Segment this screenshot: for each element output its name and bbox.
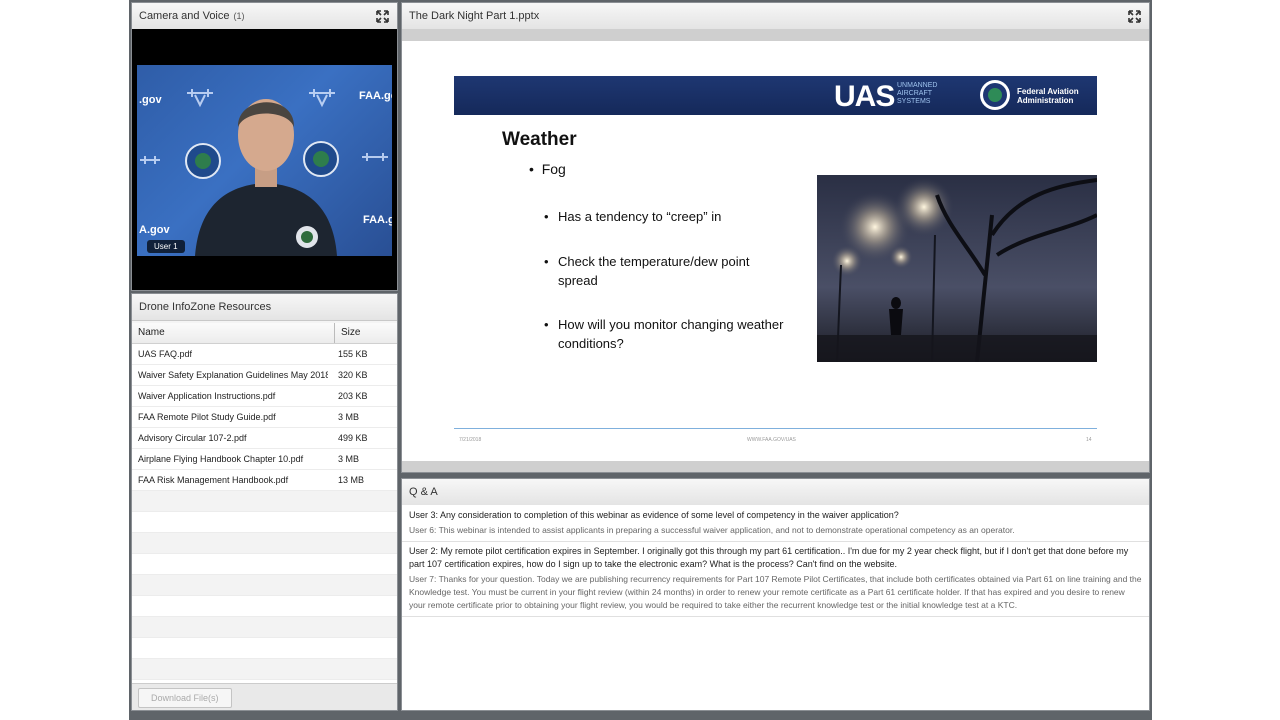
files-footer: Download File(s) bbox=[132, 683, 397, 710]
slide-heading: Weather bbox=[502, 129, 577, 150]
fog-photo bbox=[817, 175, 1097, 362]
svg-text:.gov: .gov bbox=[139, 94, 162, 106]
slide-subbullet: • Check the temperature/dew point spread bbox=[544, 254, 750, 288]
file-row[interactable]: UAS FAQ.pdf 155 KB bbox=[132, 344, 397, 365]
presenter-video-image: .gov FAA.go A.gov FAA.go bbox=[139, 89, 392, 256]
slide-area: UAS UNMANNED AIRCRAFT SYSTEMS Federal Av… bbox=[402, 29, 1149, 472]
file-row[interactable]: Advisory Circular 107-2.pdf 499 KB bbox=[132, 428, 397, 449]
download-files-button[interactable]: Download File(s) bbox=[138, 688, 232, 708]
camera-panel-header: Camera and Voice (1) bbox=[132, 3, 397, 30]
subbullet-text: Has a tendency to “creep” in bbox=[558, 209, 722, 224]
file-size: 203 KB bbox=[338, 391, 368, 401]
uas-logo-subtext: UNMANNED AIRCRAFT SYSTEMS bbox=[897, 82, 938, 105]
file-name: Waiver Safety Explanation Guidelines May… bbox=[138, 370, 328, 380]
presentation-title: The Dark Night Part 1.pptx bbox=[409, 10, 540, 22]
empty-row bbox=[132, 512, 397, 533]
webinar-app: Camera and Voice(1) .gov FAA.go A.gov FA… bbox=[129, 0, 1152, 720]
qa-answer: User 6: This webinar is intended to assi… bbox=[409, 525, 1015, 535]
slide-subbullet: • Has a tendency to “creep” in bbox=[544, 209, 722, 224]
presenter-video: .gov FAA.go A.gov FAA.go bbox=[137, 65, 392, 256]
svg-text:FAA.go: FAA.go bbox=[363, 214, 392, 226]
slide-footer-date: 7/21/2018 bbox=[459, 437, 482, 443]
file-name: FAA Risk Management Handbook.pdf bbox=[138, 475, 289, 485]
file-share-panel: Drone InfoZone Resources Name Size UAS F… bbox=[131, 293, 398, 711]
file-size: 13 MB bbox=[338, 475, 365, 485]
file-size: 3 MB bbox=[338, 454, 360, 464]
qa-item: User 2: My remote pilot certification ex… bbox=[402, 542, 1149, 617]
file-row[interactable]: Airplane Flying Handbook Chapter 10.pdf 3… bbox=[132, 449, 397, 470]
file-row[interactable]: Waiver Safety Explanation Guidelines May… bbox=[132, 365, 397, 386]
slide: UAS UNMANNED AIRCRAFT SYSTEMS Federal Av… bbox=[402, 41, 1149, 461]
empty-row bbox=[132, 659, 397, 680]
file-name: Advisory Circular 107-2.pdf bbox=[138, 433, 247, 443]
file-name: FAA Remote Pilot Study Guide.pdf bbox=[138, 412, 276, 422]
file-name: Airplane Flying Handbook Chapter 10.pdf bbox=[138, 454, 304, 464]
qa-item: User 3: Any consideration to completion … bbox=[402, 505, 1149, 542]
file-name: Waiver Application Instructions.pdf bbox=[138, 391, 276, 401]
file-size: 155 KB bbox=[338, 349, 368, 359]
empty-row bbox=[132, 554, 397, 575]
presentation-panel-header: The Dark Night Part 1.pptx bbox=[402, 3, 1149, 30]
slide-subbullet: • How will you monitor changing weather c… bbox=[544, 317, 784, 351]
empty-row bbox=[132, 491, 397, 512]
subbullet-text: How will you monitor changing weather co… bbox=[558, 317, 784, 351]
faa-logo-text: Federal Aviation Administration bbox=[1017, 87, 1079, 105]
qa-question: User 2: My remote pilot certification ex… bbox=[409, 546, 1129, 569]
slide-page-number: 14 bbox=[1086, 437, 1092, 443]
qa-panel-header: Q & A bbox=[402, 479, 1149, 506]
file-size: 499 KB bbox=[338, 433, 368, 443]
camera-voice-panel: Camera and Voice(1) .gov FAA.go A.gov FA… bbox=[131, 2, 398, 291]
video-user-tag: User 1 bbox=[147, 240, 185, 253]
column-header-size[interactable]: Size bbox=[335, 323, 360, 343]
slide-bullet: • Fog bbox=[529, 161, 566, 177]
camera-panel-title: Camera and Voice bbox=[139, 10, 230, 22]
qa-panel: Q & A User 3: Any consideration to compl… bbox=[401, 478, 1150, 711]
subbullet-text: Check the temperature/dew point spread bbox=[558, 254, 750, 288]
qa-list[interactable]: User 3: Any consideration to completion … bbox=[402, 505, 1149, 710]
slide-footer-line bbox=[454, 428, 1097, 429]
uas-logo-text: UAS bbox=[834, 80, 895, 113]
files-panel-title: Drone InfoZone Resources bbox=[139, 301, 272, 313]
empty-row bbox=[132, 575, 397, 596]
files-table-header: Name Size bbox=[132, 323, 397, 344]
empty-row bbox=[132, 596, 397, 617]
file-row[interactable]: Waiver Application Instructions.pdf 203 K… bbox=[132, 386, 397, 407]
presentation-panel: The Dark Night Part 1.pptx UAS UNMANNED … bbox=[401, 2, 1150, 473]
slide-footer-url: WWW.FAA.GOV/UAS bbox=[747, 437, 796, 443]
bullet-text: Fog bbox=[541, 161, 566, 177]
svg-text:FAA.go: FAA.go bbox=[359, 90, 392, 102]
qa-panel-title: Q & A bbox=[409, 486, 438, 498]
slide-banner: UAS UNMANNED AIRCRAFT SYSTEMS Federal Av… bbox=[454, 76, 1097, 115]
expand-icon[interactable] bbox=[1128, 10, 1141, 23]
svg-text:A.gov: A.gov bbox=[139, 224, 170, 236]
qa-answer: User 7: Thanks for your question. Today … bbox=[409, 574, 1142, 610]
camera-area: .gov FAA.go A.gov FAA.go bbox=[132, 29, 397, 290]
participant-count: (1) bbox=[233, 11, 245, 21]
file-size: 320 KB bbox=[338, 370, 368, 380]
empty-row bbox=[132, 638, 397, 659]
column-header-name[interactable]: Name bbox=[132, 323, 335, 343]
file-row[interactable]: FAA Remote Pilot Study Guide.pdf 3 MB bbox=[132, 407, 397, 428]
expand-icon[interactable] bbox=[376, 10, 389, 23]
qa-question: User 3: Any consideration to completion … bbox=[409, 510, 899, 520]
faa-seal-icon bbox=[980, 80, 1010, 110]
empty-row bbox=[132, 617, 397, 638]
file-row[interactable]: FAA Risk Management Handbook.pdf 13 MB bbox=[132, 470, 397, 491]
files-list: UAS FAQ.pdf 155 KB Waiver Safety Explanat… bbox=[132, 344, 397, 701]
empty-row bbox=[132, 533, 397, 554]
files-panel-header: Drone InfoZone Resources bbox=[132, 294, 397, 321]
file-name: UAS FAQ.pdf bbox=[138, 349, 193, 359]
file-size: 3 MB bbox=[338, 412, 360, 422]
